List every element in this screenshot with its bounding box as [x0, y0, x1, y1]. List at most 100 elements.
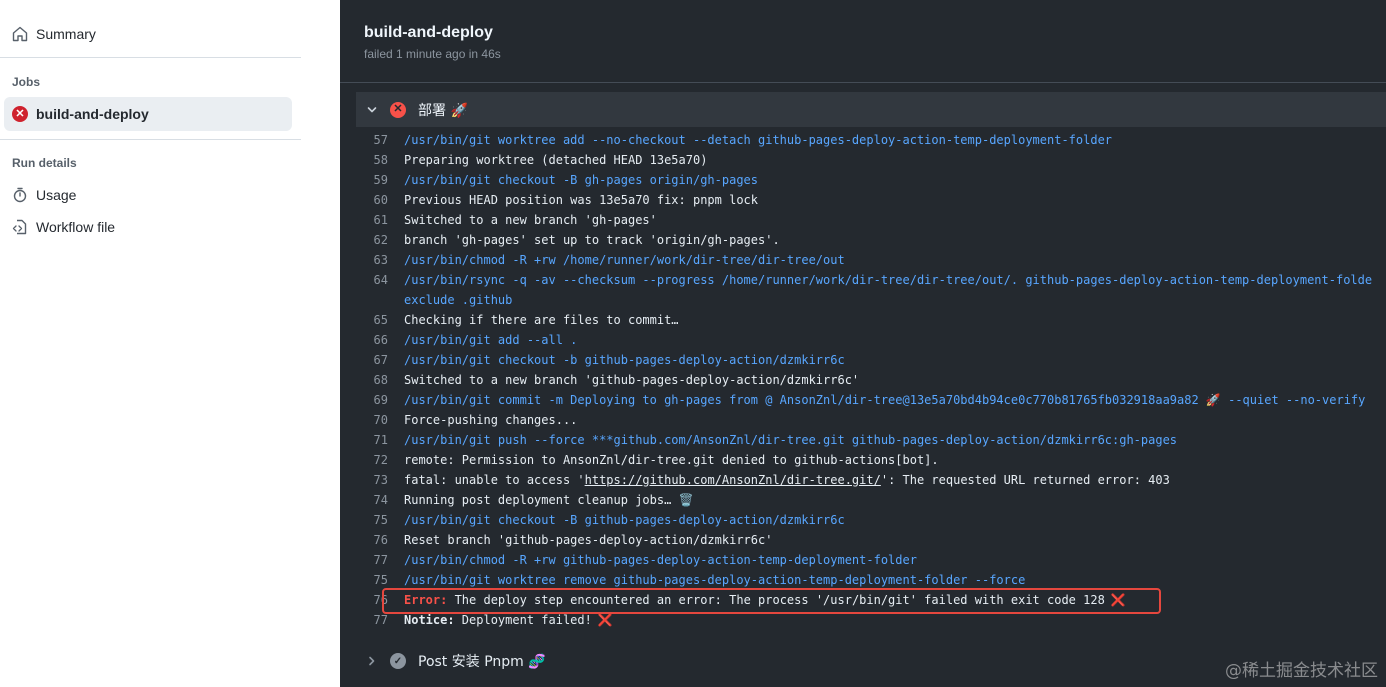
line-number[interactable]: 77 — [356, 553, 404, 567]
x-circle-icon: ✕ — [12, 106, 28, 122]
log-text: Checking if there are files to commit… — [404, 313, 679, 327]
line-number[interactable]: 62 — [356, 233, 404, 247]
log-line: 75/usr/bin/git worktree remove github-pa… — [356, 570, 1386, 590]
log-line: 70 Force-pushing changes... — [356, 410, 1386, 430]
watermark: @稀土掘金技术社区 — [1225, 661, 1378, 681]
log-line: 66/usr/bin/git add --all . — [356, 330, 1386, 350]
log-line: 63/usr/bin/chmod -R +rw /home/runner/wor… — [356, 250, 1386, 270]
chevron-down-icon — [364, 104, 380, 116]
log-line: 76 Reset branch 'github-pages-deploy-acti… — [356, 530, 1386, 550]
log-text: Preparing worktree (detached HEAD 13e5a7… — [404, 153, 708, 167]
log-line: 61 Switched to a new branch 'gh-pages' — [356, 210, 1386, 230]
line-number[interactable]: 71 — [356, 433, 404, 447]
line-number[interactable]: 59 — [356, 173, 404, 187]
job-title: build-and-deploy — [364, 24, 493, 41]
log-command: /usr/bin/rsync -q -av --checksum --progr… — [404, 273, 1373, 287]
sidebar-item-label: Summary — [36, 26, 96, 42]
log-text: Reset branch 'github-pages-deploy-action… — [404, 533, 773, 547]
sidebar-item-label: build-and-deploy — [36, 106, 149, 122]
log-text: Switched to a new branch 'gh-pages' — [404, 213, 657, 227]
log-line: 73 fatal: unable to access ' https://githu… — [356, 470, 1386, 490]
log-line: exclude .github — [356, 290, 1386, 310]
log-command: /usr/bin/git checkout -B github-pages-de… — [404, 513, 845, 527]
line-number[interactable]: 69 — [356, 393, 404, 407]
log-command: /usr/bin/chmod -R +rw /home/runner/work/… — [404, 253, 845, 267]
log-line: 77/usr/bin/chmod -R +rw github-pages-dep… — [356, 550, 1386, 570]
cross-mark-icon: ❌ — [597, 613, 613, 627]
step-header-deploy[interactable]: ✕ 部署 🚀 — [356, 92, 1386, 127]
log-text: Previous HEAD position was 13e5a70 fix: … — [404, 193, 759, 207]
line-number[interactable]: 64 — [356, 273, 404, 287]
notice-label: Notice: — [404, 613, 455, 627]
sidebar-item-usage[interactable]: Usage — [0, 179, 76, 211]
log-line: 69/usr/bin/git commit -m Deploying to gh… — [356, 390, 1386, 410]
sidebar-divider — [0, 57, 301, 58]
log-text: fatal: unable to access ' — [404, 473, 585, 487]
line-number[interactable]: 75 — [356, 573, 404, 587]
step-name: Post 安装 Pnpm 🧬 — [418, 654, 546, 670]
error-highlight-box — [382, 588, 1161, 614]
log-command: /usr/bin/git push --force ***github.com/… — [404, 433, 1178, 447]
log-text: remote: Permission to AnsonZnl/dir-tree.… — [404, 453, 939, 467]
log-text: ': The requested URL returned error: 403 — [880, 473, 1170, 487]
sidebar-item-workflow-file[interactable]: Workflow file — [0, 211, 115, 243]
line-number[interactable]: 76 — [356, 533, 404, 547]
log-line: 62 branch 'gh-pages' set up to track 'ori… — [356, 230, 1386, 250]
line-number[interactable]: 73 — [356, 473, 404, 487]
jobs-heading: Jobs — [12, 75, 41, 89]
log-line: 57/usr/bin/git worktree add --no-checkou… — [356, 130, 1386, 150]
line-number[interactable]: 72 — [356, 453, 404, 467]
log-line: 67/usr/bin/git checkout -b github-pages-… — [356, 350, 1386, 370]
log-line: 64/usr/bin/rsync -q -av --checksum --pro… — [356, 270, 1386, 290]
log-command: /usr/bin/chmod -R +rw github-pages-deplo… — [404, 553, 917, 567]
check-circle-icon: ✓ — [390, 653, 406, 669]
sidebar-divider — [0, 139, 301, 140]
log-text: Deployment failed! — [454, 613, 592, 627]
job-status: failed 1 minute ago in 46s — [364, 47, 501, 61]
log-command: /usr/bin/git checkout -b github-pages-de… — [404, 353, 845, 367]
sidebar: Summary Jobs ✕ build-and-deploy Run deta… — [0, 0, 340, 687]
line-number[interactable]: 63 — [356, 253, 404, 267]
log-command: /usr/bin/git worktree remove github-page… — [404, 573, 1026, 587]
log-line: 75/usr/bin/git checkout -B github-pages-… — [356, 510, 1386, 530]
line-number[interactable]: 60 — [356, 193, 404, 207]
x-circle-icon: ✕ — [390, 101, 406, 118]
log-text: branch 'gh-pages' set up to track 'origi… — [404, 233, 780, 247]
line-number[interactable]: 77 — [356, 613, 404, 627]
log-command: /usr/bin/git commit -m Deploying to gh-p… — [404, 393, 1366, 407]
log-line: 74 Running post deployment cleanup jobs… … — [356, 490, 1386, 510]
log-line: 68 Switched to a new branch 'github-pages… — [356, 370, 1386, 390]
line-number[interactable]: 68 — [356, 373, 404, 387]
line-number[interactable]: 57 — [356, 133, 404, 147]
log-line: 59/usr/bin/git checkout -B gh-pages orig… — [356, 170, 1386, 190]
log-text: Switched to a new branch 'github-pages-d… — [404, 373, 860, 387]
sidebar-item-label: Workflow file — [36, 219, 116, 235]
sidebar-item-build-and-deploy[interactable]: ✕ build-and-deploy — [4, 97, 292, 131]
log-command: /usr/bin/git worktree add --no-checkout … — [404, 133, 1113, 147]
panel-divider — [340, 82, 1386, 83]
log-line: 72 remote: Permission to AnsonZnl/dir-tre… — [356, 450, 1386, 470]
file-code-icon — [12, 219, 28, 235]
home-icon — [12, 26, 28, 42]
line-number[interactable]: 74 — [356, 493, 404, 507]
log-line: 60 Previous HEAD position was 13e5a70 fix… — [356, 190, 1386, 210]
line-number[interactable]: 70 — [356, 413, 404, 427]
log-command: /usr/bin/git checkout -B gh-pages origin… — [404, 173, 759, 187]
run-details-heading: Run details — [12, 156, 77, 170]
line-number[interactable]: 58 — [356, 153, 404, 167]
sidebar-item-summary[interactable]: Summary — [0, 18, 96, 50]
line-number[interactable]: 65 — [356, 313, 404, 327]
sidebar-item-label: Usage — [36, 187, 77, 203]
log-text: Running post deployment cleanup jobs… 🗑️ — [404, 493, 694, 507]
line-number[interactable]: 75 — [356, 513, 404, 527]
chevron-right-icon — [364, 655, 380, 667]
log-link[interactable]: https://github.com/AnsonZnl/dir-tree.git… — [585, 473, 881, 487]
line-number[interactable]: 66 — [356, 333, 404, 347]
step-name: 部署 🚀 — [418, 102, 468, 119]
log-line: 65 Checking if there are files to commit… — [356, 310, 1386, 330]
log-command: exclude .github — [404, 293, 513, 307]
job-log-panel: build-and-deploy failed 1 minute ago in … — [340, 0, 1386, 687]
log-text: Force-pushing changes... — [404, 413, 578, 427]
line-number[interactable]: 67 — [356, 353, 404, 367]
line-number[interactable]: 61 — [356, 213, 404, 227]
